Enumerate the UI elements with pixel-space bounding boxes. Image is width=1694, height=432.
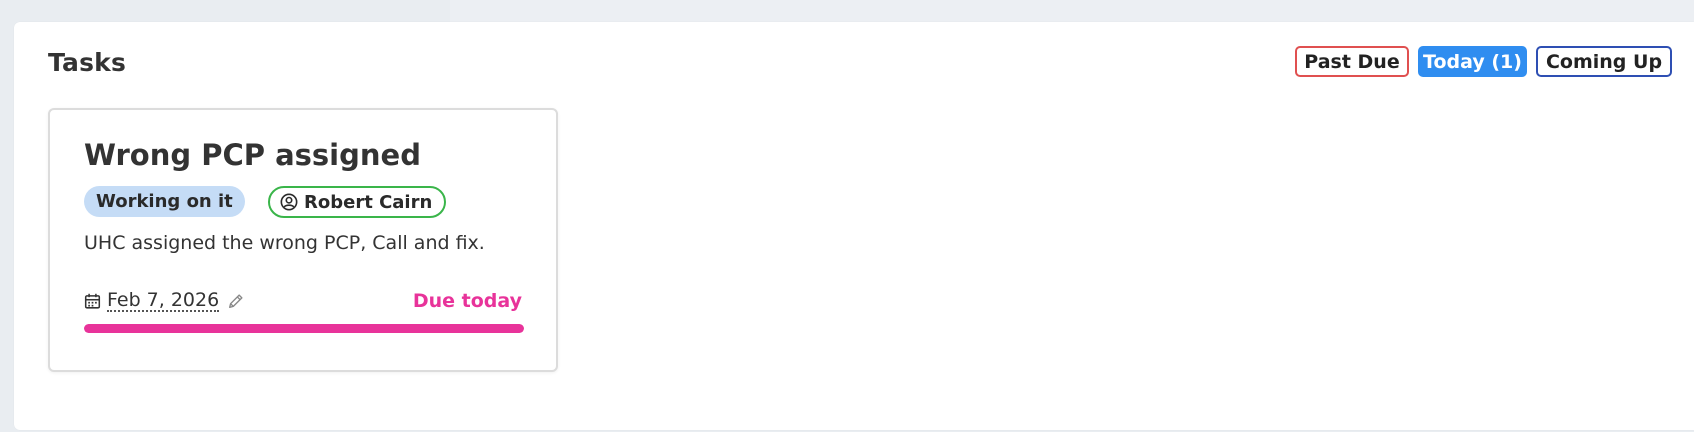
task-title: Wrong PCP assigned	[84, 138, 421, 172]
task-filters: Past Due Today (1) Coming Up	[1295, 46, 1672, 77]
assignee-name: Robert Cairn	[304, 191, 433, 213]
due-progress-fill	[84, 324, 524, 333]
filter-today-button[interactable]: Today (1)	[1418, 46, 1527, 77]
due-date[interactable]: Feb 7, 2026	[107, 290, 220, 312]
top-strip-segment	[450, 0, 1694, 22]
pencil-icon[interactable]	[227, 292, 245, 310]
calendar-icon	[84, 292, 101, 310]
filter-past-due-button[interactable]: Past Due	[1295, 46, 1409, 77]
filter-coming-up-button[interactable]: Coming Up	[1536, 46, 1672, 77]
tasks-panel: Tasks Past Due Today (1) Coming Up Wrong…	[14, 22, 1694, 430]
assignee-badge[interactable]: Robert Cairn	[268, 186, 447, 218]
due-status-label: Due today	[412, 290, 522, 312]
panel-title: Tasks	[48, 48, 127, 77]
due-progress-bar	[84, 324, 524, 333]
task-description: UHC assigned the wrong PCP, Call and fix…	[84, 232, 485, 254]
due-date-row: Feb 7, 2026	[84, 290, 245, 312]
user-circle-icon	[280, 193, 298, 211]
status-badge: Working on it	[84, 186, 245, 217]
task-card[interactable]: Wrong PCP assigned Working on it Robert …	[48, 108, 558, 372]
top-strip	[0, 0, 1694, 22]
